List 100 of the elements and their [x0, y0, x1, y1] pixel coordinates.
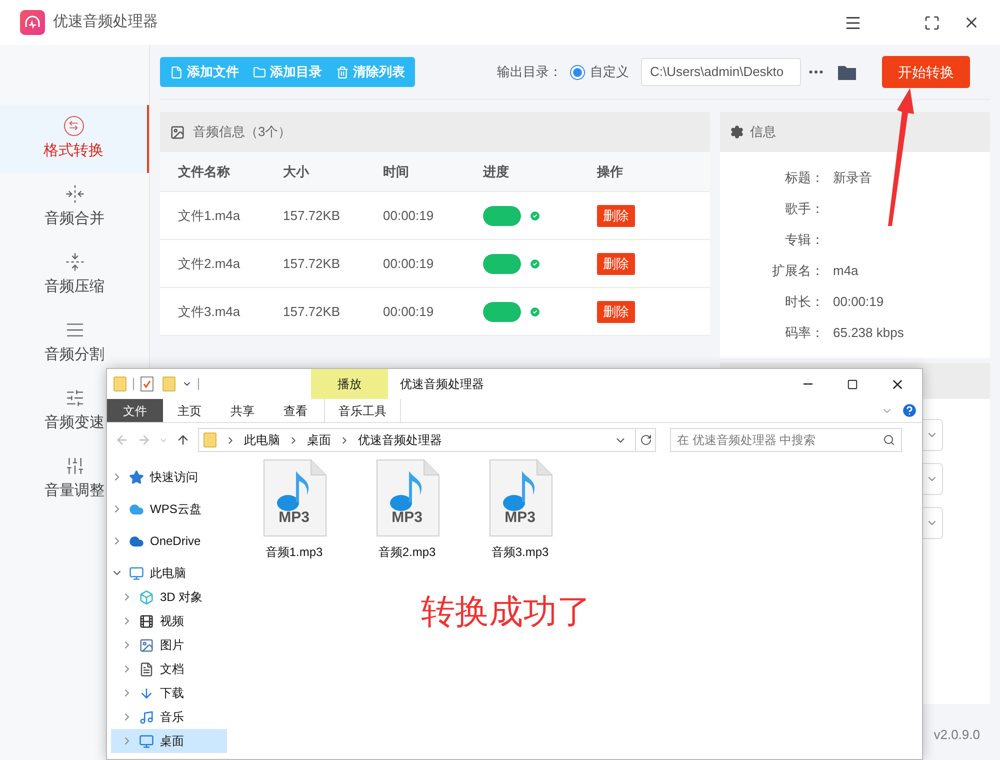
maximize-icon[interactable]: [847, 378, 858, 390]
download-icon: [139, 686, 154, 700]
output-label: 输出目录：: [497, 63, 562, 82]
field-value: 新录音: [833, 168, 872, 187]
ribbon-tab[interactable]: 查看: [269, 399, 322, 422]
nav-item[interactable]: 3D 对象: [111, 585, 227, 609]
document-icon: [139, 662, 154, 676]
field-label: 码率：: [784, 324, 824, 342]
context-tab-header: 播放: [311, 369, 388, 399]
column-header: 大小: [283, 162, 310, 181]
music-file-icon: [487, 459, 553, 537]
image-icon: [170, 124, 185, 140]
sliders-icon: [64, 388, 84, 408]
folder-icon: [253, 66, 266, 78]
forward-icon[interactable]: [137, 433, 151, 447]
maximize-icon[interactable]: [924, 14, 940, 30]
nav-item[interactable]: 文档: [111, 657, 227, 681]
search-icon: [883, 434, 895, 446]
table-cell-text: 157.72KB: [283, 302, 342, 321]
cloud-icon: [129, 534, 144, 548]
column-header: 时间: [383, 162, 410, 181]
nav-item[interactable]: 下载: [111, 681, 227, 705]
version-label: v2.0.9.0: [934, 726, 980, 744]
ribbon-tab[interactable]: 主页: [163, 399, 216, 422]
ribbon-tab[interactable]: 音乐工具: [324, 399, 401, 422]
folder-icon: [203, 432, 217, 448]
sidebar-item[interactable]: 音频合并: [0, 173, 149, 241]
table-cell-text: 文件2.m4a: [178, 254, 242, 273]
column-header: 操作: [597, 162, 624, 181]
panel-title: 音频信息（3个）: [193, 123, 292, 142]
folder-icon[interactable]: [837, 64, 857, 80]
file-name[interactable]: 音频1.mp3: [265, 543, 323, 561]
sliders-icon: [64, 456, 84, 476]
table-cell-text: 00:00:19: [383, 254, 435, 273]
search-field[interactable]: 在 优速音频处理器 中搜索: [670, 428, 902, 452]
table-cell-text: 00:00:19: [383, 206, 435, 225]
field-value: 00:00:19: [833, 292, 884, 311]
desktop-icon: [139, 734, 154, 748]
delete-button[interactable]: 删除: [597, 300, 635, 322]
star-icon: [129, 470, 144, 484]
music-file-icon: [261, 459, 327, 537]
refresh-icon[interactable]: [640, 434, 652, 446]
up-icon[interactable]: [176, 433, 190, 447]
field-label: 扩展名：: [771, 262, 824, 280]
properties-icon[interactable]: [140, 376, 154, 392]
custom-radio[interactable]: 自定义: [570, 62, 629, 82]
field-value: m4a: [833, 262, 858, 280]
gear-icon: [730, 125, 744, 139]
file-type-label: MP3: [390, 508, 424, 528]
table-cell-text: 文件1.m4a: [178, 206, 242, 225]
nav-item[interactable]: OneDrive: [111, 529, 227, 553]
back-icon[interactable]: [115, 433, 129, 447]
delete-button[interactable]: 删除: [597, 252, 635, 274]
app-title: 优速音频处理器: [53, 12, 158, 32]
file-name[interactable]: 音频3.mp3: [491, 543, 549, 561]
column-header: 进度: [483, 162, 510, 181]
ribbon-tab[interactable]: 共享: [216, 399, 269, 422]
output-path-field[interactable]: C:\Users\admin\Deskto: [641, 58, 801, 86]
path-segment[interactable]: 此电脑: [244, 431, 280, 449]
music-note-icon: [139, 710, 154, 724]
field-label: 标题：: [784, 168, 824, 187]
file-type-label: MP3: [504, 508, 536, 528]
nav-item[interactable]: 此电脑: [111, 561, 227, 585]
start-button[interactable]: 开始转换: [882, 56, 970, 88]
file-name[interactable]: 音频2.mp3: [378, 543, 436, 561]
sidebar-item[interactable]: 音频分割: [0, 309, 149, 377]
convert-icon: [64, 116, 84, 136]
field-label: 专辑：: [784, 230, 824, 249]
computer-icon: [129, 566, 144, 580]
table-cell-text: 00:00:19: [383, 302, 435, 321]
column-header: 文件名称: [178, 162, 231, 181]
table-cell-text: 文件3.m4a: [178, 302, 242, 321]
address-bar[interactable]: 此电脑 桌面 优速音频处理器: [198, 428, 656, 452]
help-icon[interactable]: [901, 402, 918, 419]
sidebar-item[interactable]: 音频压缩: [0, 241, 149, 309]
nav-item[interactable]: 桌面: [111, 729, 227, 753]
table-cell-text: 157.72KB: [283, 206, 342, 225]
nav-item[interactable]: 视频: [111, 609, 227, 633]
cube-icon: [139, 590, 154, 604]
file-type-label: MP3: [278, 508, 310, 528]
sidebar-item[interactable]: 格式转换: [0, 105, 149, 173]
cloud-icon: [129, 502, 144, 516]
delete-button[interactable]: 删除: [597, 204, 635, 226]
nav-item[interactable]: 音乐: [111, 705, 227, 729]
file-icon: [170, 66, 183, 78]
compress-icon: [64, 252, 84, 272]
window-title: 优速音频处理器: [400, 376, 484, 393]
ribbon-tab[interactable]: 文件: [107, 399, 163, 422]
field-value: 65.238 kbps: [833, 324, 904, 342]
field-label: 歌手：: [784, 200, 824, 218]
trash-icon: [336, 66, 349, 78]
path-segment[interactable]: 优速音频处理器: [358, 431, 442, 449]
path-segment[interactable]: 桌面: [307, 431, 331, 449]
merge-icon: [64, 184, 84, 204]
image-icon: [139, 638, 154, 652]
nav-item[interactable]: 图片: [111, 633, 227, 657]
field-label: 时长：: [784, 292, 824, 311]
music-file-icon: [374, 459, 440, 537]
app-logo-icon: [20, 10, 45, 35]
film-icon: [139, 614, 154, 628]
